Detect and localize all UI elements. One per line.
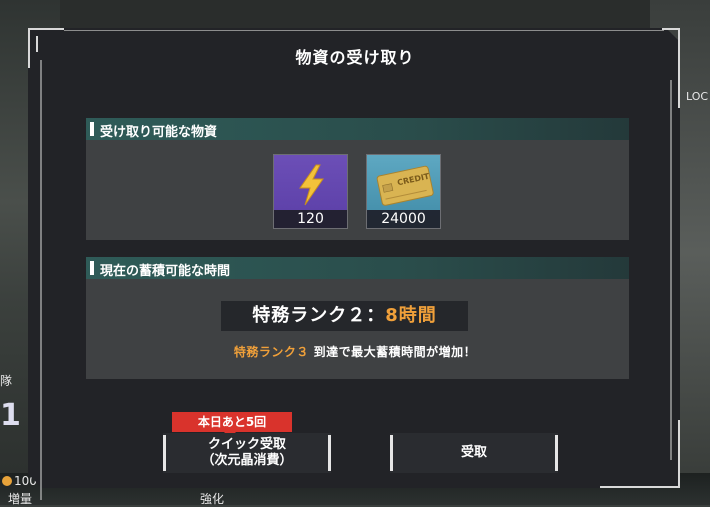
energy-item[interactable]: 120 bbox=[273, 154, 348, 229]
frame-corner-top-right-v bbox=[678, 28, 680, 108]
background-text-team: 隊 bbox=[0, 374, 13, 388]
energy-count: 120 bbox=[274, 210, 347, 228]
next-rank-label: 特務ランク３ bbox=[233, 345, 309, 359]
remaining-count-badge: 本日あと5回 bbox=[172, 412, 292, 432]
rank-upgrade-note: 特務ランク３ 到達で最大蓄積時間が増加！ bbox=[0, 343, 710, 360]
dialog-title: 物資の受け取り bbox=[295, 48, 415, 67]
lightning-icon bbox=[299, 164, 324, 206]
background-text-number: 1 bbox=[0, 398, 21, 433]
quick-receive-sublabel: （次元晶消費） bbox=[201, 453, 293, 468]
receivable-section-header: 受け取り可能な物資 bbox=[86, 118, 629, 140]
frame-right-edge bbox=[670, 80, 672, 460]
rank-upgrade-text: 到達で最大蓄積時間が増加！ bbox=[313, 345, 477, 359]
rank-hours: 8時間 bbox=[385, 305, 437, 326]
receivable-section-title: 受け取り可能な物資 bbox=[100, 125, 218, 140]
current-rank-box: 特務ランク２：8時間 bbox=[221, 301, 468, 331]
receive-button[interactable]: 受取 bbox=[390, 433, 558, 473]
background-text-lock: LOC bbox=[686, 90, 709, 103]
rank-label: 特務ランク２： bbox=[252, 305, 386, 326]
section-accent-bar bbox=[90, 122, 94, 136]
button-edge-left bbox=[390, 435, 393, 471]
background-top-bar bbox=[0, 0, 710, 30]
receivable-section: 受け取り可能な物資 120 CREDIT 24000 bbox=[86, 118, 629, 240]
background-text-boost: 増量 bbox=[8, 492, 33, 506]
button-edge-right bbox=[328, 435, 331, 471]
frame-left-edge bbox=[40, 60, 42, 500]
frame-corner-bottom-right-v bbox=[678, 420, 680, 488]
section-accent-bar bbox=[90, 261, 94, 275]
frame-corner-top-left-h bbox=[28, 28, 64, 30]
background-text-enhance: 強化 bbox=[200, 492, 225, 506]
quick-receive-button[interactable]: クイック受取 （次元晶消費） bbox=[163, 433, 331, 473]
credit-item[interactable]: CREDIT 24000 bbox=[366, 154, 441, 229]
storage-section-title: 現在の蓄積可能な時間 bbox=[100, 264, 231, 279]
frame-top-edge bbox=[64, 30, 664, 31]
frame-corner-bottom-right bbox=[600, 486, 680, 488]
receive-label: 受取 bbox=[460, 445, 487, 460]
storage-section-header: 現在の蓄積可能な時間 bbox=[86, 257, 629, 279]
quick-receive-label: クイック受取 bbox=[207, 437, 286, 452]
credit-count: 24000 bbox=[367, 210, 440, 228]
button-edge-right bbox=[555, 435, 558, 471]
button-edge-left bbox=[163, 435, 166, 471]
coin-icon bbox=[2, 476, 12, 486]
